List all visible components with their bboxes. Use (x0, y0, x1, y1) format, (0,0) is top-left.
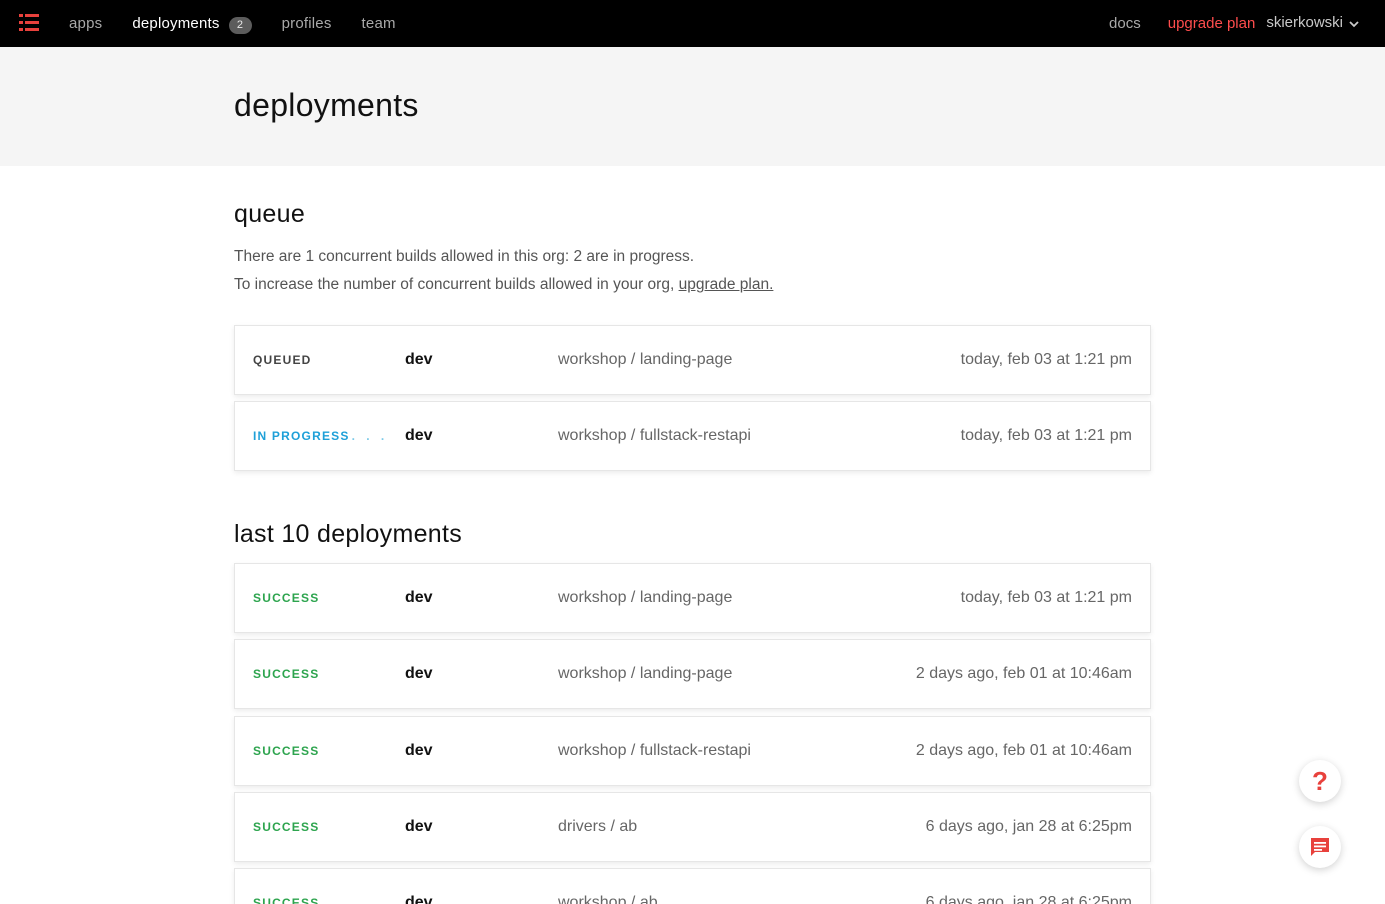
status-badge: IN PROGRESS. . . (253, 429, 388, 443)
upgrade-plan-inline-link[interactable]: upgrade plan. (679, 276, 774, 293)
help-button[interactable]: ? (1299, 760, 1341, 802)
nav-item-label: deployments (132, 15, 220, 32)
status-badge: SUCCESS (253, 744, 320, 758)
branch-name: dev (405, 351, 433, 368)
queue-item[interactable]: IN PROGRESS. . . dev workshop / fullstac… (234, 401, 1151, 471)
branch-name: dev (405, 894, 433, 904)
status-label: IN PROGRESS (253, 429, 350, 443)
last-deployments-title: last 10 deployments (234, 520, 463, 548)
app-path: drivers / ab (558, 818, 638, 835)
app-path: workshop / fullstack-restapi (558, 427, 751, 444)
concurrency-info: There are 1 concurrent builds allowed in… (234, 248, 695, 265)
branch-name: dev (405, 665, 433, 682)
deploy-time: 2 days ago, feb 01 at 10:46am (915, 742, 1132, 759)
deployment-row[interactable]: SUCCESS dev workshop / ab 6 days ago, ja… (234, 868, 1151, 904)
deploy-time: today, feb 03 at 1:21 pm (960, 351, 1132, 368)
branch-name: dev (405, 427, 433, 444)
deploy-time: 2 days ago, feb 01 at 10:46am (915, 665, 1132, 682)
upgrade-plan-link[interactable]: upgrade plan (1168, 15, 1256, 32)
deployment-row[interactable]: SUCCESS dev workshop / fullstack-restapi… (234, 716, 1151, 786)
branch-name: dev (405, 818, 433, 835)
progress-dots: . . . (351, 429, 389, 443)
deployments-count-badge: 2 (228, 16, 252, 34)
nav-item-label: apps (69, 15, 103, 32)
nav-item-team[interactable]: team (362, 15, 396, 32)
question-mark-icon: ? (1312, 765, 1328, 796)
deploy-time: today, feb 03 at 1:21 pm (960, 427, 1132, 444)
top-nav: apps deployments 2 profiles team docs upg… (0, 0, 1385, 47)
logo-icon[interactable] (19, 14, 39, 31)
docs-link[interactable]: docs (1109, 15, 1141, 32)
app-path: workshop / landing-page (558, 351, 733, 368)
branch-name: dev (405, 742, 433, 759)
user-menu[interactable]: skierkowski (1266, 14, 1359, 31)
nav-right: docs upgrade plan skierkowski (1109, 0, 1359, 47)
app-path: workshop / fullstack-restapi (558, 742, 751, 759)
deploy-time: 6 days ago, jan 28 at 6:25pm (925, 894, 1132, 904)
status-badge: SUCCESS (253, 896, 320, 904)
deployment-row[interactable]: SUCCESS dev drivers / ab 6 days ago, jan… (234, 792, 1151, 862)
nav-item-apps[interactable]: apps (69, 15, 102, 32)
queue-section-title: queue (234, 200, 306, 228)
app-path: workshop / landing-page (558, 665, 733, 682)
deployment-row[interactable]: SUCCESS dev workshop / landing-page 2 da… (234, 639, 1151, 709)
nav-item-deployments[interactable]: deployments 2 (132, 14, 252, 34)
app-path: workshop / ab (558, 894, 658, 904)
status-badge: QUEUED (253, 353, 312, 367)
upgrade-info-text: To increase the number of concurrent bui… (234, 276, 679, 293)
nav-item-label: team (361, 15, 396, 32)
upgrade-info: To increase the number of concurrent bui… (234, 276, 773, 294)
chevron-down-icon (1349, 20, 1359, 27)
nav-links: apps deployments 2 profiles team (69, 0, 426, 47)
queue-item[interactable]: QUEUED dev workshop / landing-page today… (234, 325, 1151, 395)
nav-item-label: profiles (281, 15, 332, 32)
branch-name: dev (405, 589, 433, 606)
page-header: deployments (0, 47, 1385, 166)
user-name: skierkowski (1266, 14, 1343, 31)
deploy-time: today, feb 03 at 1:21 pm (960, 589, 1132, 606)
app-path: workshop / landing-page (558, 589, 733, 606)
deployment-row[interactable]: SUCCESS dev workshop / landing-page toda… (234, 563, 1151, 633)
page-title: deployments (234, 87, 419, 123)
chat-icon (1311, 838, 1329, 856)
status-badge: SUCCESS (253, 591, 320, 605)
nav-item-profiles[interactable]: profiles (282, 15, 332, 32)
deploy-time: 6 days ago, jan 28 at 6:25pm (925, 818, 1132, 835)
status-badge: SUCCESS (253, 820, 320, 834)
status-badge: SUCCESS (253, 667, 320, 681)
chat-button[interactable] (1299, 826, 1341, 868)
